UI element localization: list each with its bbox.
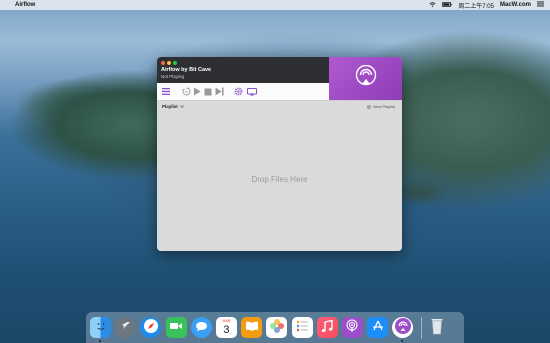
stop-icon[interactable] <box>204 88 212 96</box>
dock-safari[interactable] <box>140 317 162 338</box>
settings-gear-icon[interactable] <box>234 87 243 96</box>
zoom-button[interactable] <box>173 61 177 65</box>
finder-icon <box>94 319 108 336</box>
dock-podcasts[interactable] <box>341 317 363 338</box>
new-playlist-label: New Playlist <box>373 104 395 109</box>
dock-books[interactable] <box>241 317 263 338</box>
chevron-down-icon[interactable] <box>179 104 184 109</box>
checklist-icon <box>295 319 309 336</box>
rewind-30-icon[interactable]: 30 <box>182 87 191 96</box>
book-icon <box>245 321 259 334</box>
wifi-icon[interactable] <box>429 1 436 9</box>
playlist-area[interactable]: Playlist New Playlist Drop Files Here <box>157 101 402 251</box>
title-bar[interactable]: Airflow by Bit Cave Not Playing <box>157 57 329 83</box>
calendar-day: 3 <box>223 324 230 336</box>
battery-icon[interactable] <box>442 1 452 9</box>
dock-finder[interactable] <box>90 317 111 342</box>
dock-music[interactable] <box>316 317 338 338</box>
playlist-toggle-icon[interactable] <box>162 88 170 95</box>
chat-bubble-icon <box>195 321 208 335</box>
running-indicator <box>99 340 101 342</box>
notification-center-icon[interactable] <box>537 1 544 9</box>
playlist-selector[interactable]: Playlist <box>162 104 178 109</box>
drop-zone-hint: Drop Files Here <box>251 175 308 184</box>
menu-watermark: MacW.com <box>499 2 531 8</box>
menu-bar: Airflow 周二上午7:05 MacW.com <box>0 0 550 10</box>
close-button[interactable] <box>161 61 165 65</box>
plus-icon <box>367 104 372 109</box>
playback-status: Not Playing <box>161 74 185 79</box>
rocket-icon <box>119 319 133 336</box>
music-note-icon <box>321 319 333 336</box>
window-title: Airflow by Bit Cave <box>161 67 212 73</box>
dock-separator <box>421 316 423 339</box>
dock: MAR 3 <box>86 312 464 343</box>
dock-launchpad[interactable] <box>115 317 137 338</box>
airplay-icon <box>355 64 377 92</box>
airflow-window: Airflow by Bit Cave Not Playing 30 Playl… <box>157 57 402 251</box>
new-playlist-button[interactable]: New Playlist <box>367 104 395 109</box>
svg-text:30: 30 <box>185 90 189 94</box>
dock-airflow[interactable] <box>392 317 414 342</box>
dock-calendar[interactable]: MAR 3 <box>215 317 237 338</box>
playback-toolbar: 30 <box>157 83 329 100</box>
running-indicator <box>401 340 404 342</box>
dock-reminders[interactable] <box>291 317 313 338</box>
dock-facetime[interactable] <box>165 317 187 338</box>
menu-clock[interactable]: 周二上午7:05 <box>458 1 494 10</box>
display-output-icon[interactable] <box>247 87 257 96</box>
menu-app-name[interactable]: Airflow <box>15 2 35 8</box>
compass-icon <box>143 318 159 337</box>
dock-messages[interactable] <box>190 317 212 338</box>
podcast-icon <box>345 319 359 336</box>
minimize-button[interactable] <box>167 61 171 65</box>
trash-icon <box>430 317 444 338</box>
video-camera-icon <box>169 321 183 334</box>
next-track-icon[interactable] <box>215 87 224 96</box>
dock-photos[interactable] <box>266 317 288 338</box>
dock-app-store[interactable] <box>367 317 389 338</box>
app-store-icon <box>371 319 385 336</box>
playlist-header: Playlist New Playlist <box>157 101 402 112</box>
airplay-device-panel[interactable] <box>329 57 402 100</box>
airflow-app-icon <box>394 317 412 338</box>
menu-bar-status: 周二上午7:05 MacW.com <box>429 1 544 10</box>
photos-flower-icon <box>269 318 285 337</box>
dock-trash[interactable] <box>426 317 447 338</box>
play-icon[interactable] <box>193 87 201 96</box>
